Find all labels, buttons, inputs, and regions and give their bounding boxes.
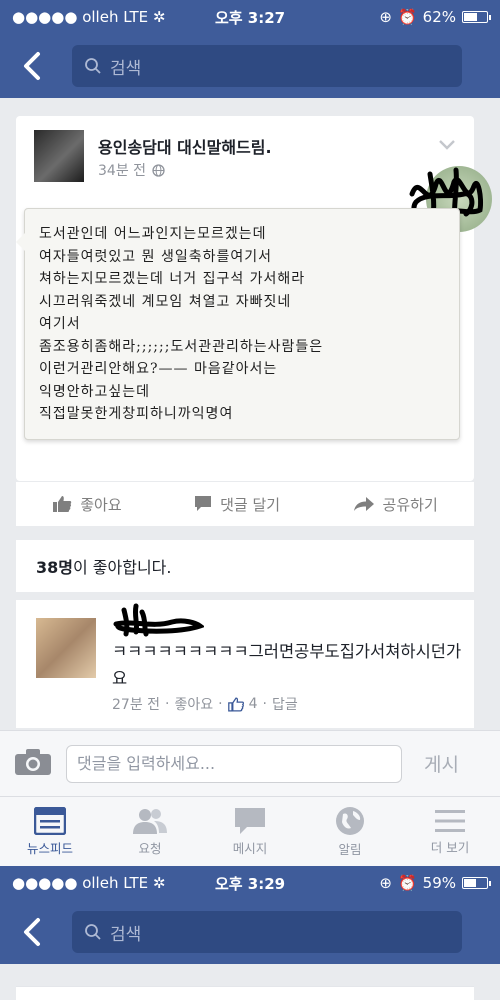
- search-input[interactable]: 검색: [72, 45, 462, 87]
- comment-time: 27분 전: [112, 697, 161, 713]
- reply-link[interactable]: 답글: [272, 694, 298, 714]
- top-nav-bar-second: 검색: [0, 900, 500, 964]
- camera-icon: [15, 748, 51, 775]
- share-arrow-icon: [353, 497, 374, 511]
- alarm-icon: ⏰: [397, 8, 417, 26]
- note-line: 시끄러워죽겠네 계모임 쳐열고 자빠짓네: [39, 293, 292, 310]
- likes-count: 38명: [36, 558, 73, 577]
- post-options-button[interactable]: [438, 136, 456, 155]
- messages-icon: [235, 807, 265, 834]
- clock: 오후 3:27: [214, 8, 286, 27]
- comment-like-count: 4: [248, 696, 258, 712]
- commenter-avatar[interactable]: [36, 618, 96, 678]
- alarm-icon: ⏰: [397, 874, 417, 892]
- status-bar: ●●●●● olleh LTE ✲ 오후 3:27 ⊕ ⏰ 62%: [0, 0, 500, 34]
- battery-icon: [462, 11, 492, 23]
- comment-input[interactable]: [66, 744, 402, 783]
- tab-label: 요청: [138, 840, 162, 856]
- search-input[interactable]: 검색: [72, 911, 462, 953]
- clock: 오후 3:29: [214, 874, 286, 893]
- search-placeholder: 검색: [110, 58, 142, 79]
- note-line: 좀조용히좀해라;;;;;;도서관관리하는사람들은: [39, 338, 324, 355]
- share-button[interactable]: 공유하기: [353, 494, 438, 515]
- comment-button[interactable]: 댓글 달기: [194, 494, 280, 515]
- thumbs-up-outline-icon: [227, 696, 244, 712]
- tab-label: 더 보기: [430, 839, 470, 855]
- note-line: 이런거관리안해요?—— 마음같아서는: [39, 361, 278, 377]
- status-bar-second: ●●●●● olleh LTE ✲ 오후 3:29 ⊕ ⏰ 59%: [0, 866, 500, 900]
- menu-icon: [435, 809, 465, 832]
- post-time[interactable]: 34분 전: [98, 160, 146, 180]
- post-comment-button[interactable]: 게시: [424, 750, 459, 777]
- chevron-left-icon: [24, 918, 40, 946]
- like-label: 좋아요: [80, 495, 122, 514]
- bottom-tab-bar: 뉴스피드 요청 메시지 알림 더 보기: [0, 796, 500, 866]
- search-icon: [85, 924, 101, 940]
- comment-like-link[interactable]: 좋아요: [174, 694, 213, 714]
- comment-text: ㅋㅋㅋㅋㅋㅋㅋㅋㅋ그러면공부도집가서쳐하시던가요: [112, 642, 462, 688]
- screenshot-frame: ●●●●● olleh LTE ✲ 오후 3:27 ⊕ ⏰ 62% 검색 용인송…: [0, 0, 500, 1000]
- redaction-scribble: [113, 603, 204, 637]
- chevron-down-icon: [439, 140, 455, 150]
- battery-percent: 59%: [422, 874, 457, 892]
- next-card-peek: [16, 986, 474, 1000]
- back-button[interactable]: [14, 46, 50, 86]
- camera-button[interactable]: [14, 748, 52, 780]
- tab-news-feed[interactable]: 뉴스피드: [0, 797, 100, 866]
- note-line: 직접말못한게창피하니까익명여: [39, 406, 234, 422]
- friend-requests-icon: [133, 808, 167, 834]
- tab-label: 메시지: [232, 840, 268, 856]
- post-card: 용인송담대 대신말해드림. 34분 전 도서관인데 어느과인지는모르겠는데 여자…: [16, 116, 492, 481]
- likes-summary[interactable]: 38명 이 좋아합니다.: [16, 540, 474, 592]
- battery-icon: [462, 877, 492, 889]
- note-line: 여자들여럿있고 뭔 생일축하를여기서: [39, 248, 272, 265]
- orientation-lock-icon: ⊕: [379, 874, 392, 892]
- carrier-label: ●●●●● olleh LTE ✲: [12, 874, 166, 892]
- news-feed-icon: [34, 806, 66, 835]
- speech-bubble-icon: [195, 496, 212, 511]
- note-line: 여기서: [39, 316, 81, 332]
- text-note-image: 도서관인데 어느과인지는모르겠는데 여자들여럿있고 뭔 생일축하를여기서 쳐하는…: [16, 208, 460, 440]
- comment-composer: 게시: [0, 730, 500, 796]
- note-line: 익명안하고싶는데: [39, 383, 151, 400]
- tab-label: 뉴스피드: [26, 840, 73, 856]
- orientation-lock-icon: ⊕: [379, 8, 392, 26]
- post-action-bar: 좋아요 댓글 달기 공유하기: [16, 482, 474, 526]
- post-author[interactable]: 용인송담대 대신말해드림.: [98, 134, 272, 158]
- tab-requests[interactable]: 요청: [100, 797, 200, 866]
- note-line: 도서관인데 어느과인지는모르겠는데: [39, 226, 267, 242]
- share-label: 공유하기: [382, 495, 438, 514]
- likes-suffix: 이 좋아합니다.: [73, 558, 172, 577]
- globe-icon: [152, 163, 165, 177]
- top-nav-bar: 검색: [0, 34, 500, 98]
- thumbs-up-icon: [53, 496, 72, 512]
- tab-more[interactable]: 더 보기: [400, 797, 500, 866]
- note-line: 쳐하는지모르겠는데 너거 집구석 가서해라: [39, 271, 306, 287]
- search-placeholder: 검색: [110, 924, 142, 945]
- page-avatar[interactable]: [34, 130, 84, 182]
- like-button[interactable]: 좋아요: [52, 494, 122, 515]
- comment-item: ㅋㅋㅋㅋㅋㅋㅋㅋㅋ그러면공부도집가서쳐하시던가요 27분 전 · 좋아요 · 4…: [16, 600, 474, 728]
- tab-label: 알림: [338, 841, 362, 857]
- carrier-label: ●●●●● olleh LTE ✲: [12, 8, 166, 26]
- tab-notifications[interactable]: 알림: [300, 797, 400, 866]
- chevron-left-icon: [24, 52, 40, 80]
- battery-percent: 62%: [422, 8, 457, 26]
- tab-messages[interactable]: 메시지: [200, 797, 300, 866]
- comment-label: 댓글 달기: [220, 495, 281, 514]
- globe-notifications-icon: [336, 806, 364, 835]
- search-icon: [85, 58, 101, 74]
- back-button[interactable]: [14, 912, 50, 952]
